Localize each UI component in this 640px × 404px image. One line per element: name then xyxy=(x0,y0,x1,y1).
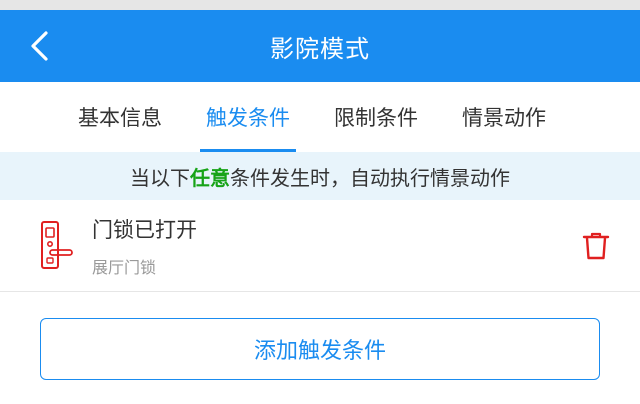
door-lock-icon xyxy=(41,220,73,269)
chevron-left-icon xyxy=(31,31,48,61)
notice-prefix: 当以下 xyxy=(130,165,190,190)
header-bar: 影院模式 xyxy=(0,10,640,82)
page-title: 影院模式 xyxy=(270,34,370,63)
add-section: 添加触发条件 xyxy=(0,292,640,404)
delete-condition-button[interactable] xyxy=(578,228,614,264)
tab-basic-info[interactable]: 基本信息 xyxy=(60,82,180,152)
condition-name: 门锁已打开 xyxy=(92,217,197,242)
add-trigger-condition-button[interactable]: 添加触发条件 xyxy=(40,318,600,380)
tab-trigger-conditions[interactable]: 触发条件 xyxy=(188,82,308,152)
notice-suffix: 条件发生时，自动执行情景动作 xyxy=(230,165,510,190)
tab-scene-actions[interactable]: 情景动作 xyxy=(444,82,564,152)
tab-bar: 基本信息 触发条件 限制条件 情景动作 xyxy=(0,82,640,152)
tab-restriction-conditions[interactable]: 限制条件 xyxy=(316,82,436,152)
status-strip xyxy=(0,0,640,10)
trash-icon xyxy=(582,232,610,259)
back-button[interactable] xyxy=(18,24,62,68)
condition-item[interactable]: 门锁已打开 展厅门锁 xyxy=(0,200,640,292)
condition-text: 门锁已打开 展厅门锁 xyxy=(92,214,578,278)
condition-location: 展厅门锁 xyxy=(92,257,157,277)
notice-highlight: 任意 xyxy=(190,165,230,190)
trigger-notice: 当以下 任意 条件发生时，自动执行情景动作 xyxy=(0,152,640,200)
